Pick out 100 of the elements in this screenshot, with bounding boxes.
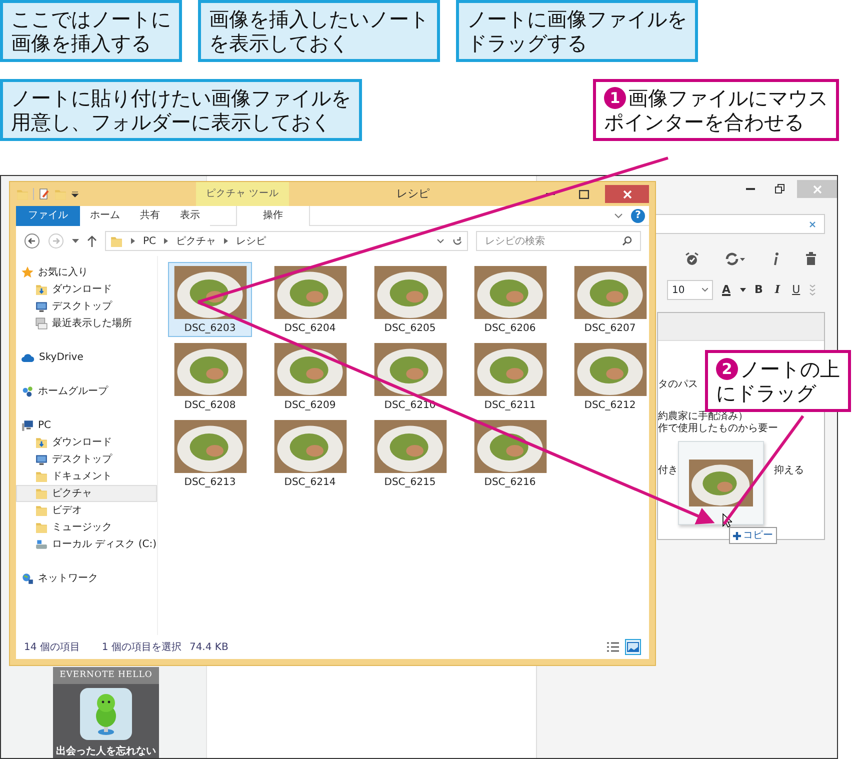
nav-item[interactable]: ホームグループ: [16, 383, 157, 400]
ribbon-tab[interactable]: ファイル: [16, 206, 80, 226]
file-item[interactable]: DSC_6204: [268, 262, 352, 337]
download-folder-icon: [35, 283, 48, 296]
nav-item[interactable]: PC: [16, 417, 157, 434]
nav-item[interactable]: お気に入り: [16, 264, 157, 281]
chevron-icon: [164, 238, 168, 244]
card-caption: 出会った人を忘れない: [55, 744, 157, 759]
window-title: レシピ: [396, 186, 430, 200]
info-icon[interactable]: [772, 252, 780, 266]
close-button[interactable]: [605, 185, 649, 203]
nav-item[interactable]: ミュージック: [16, 519, 157, 536]
instruction-callout: ここではノートに 画像を挿入する: [0, 0, 182, 62]
clear-icon[interactable]: [809, 220, 816, 228]
file-item[interactable]: DSC_6212: [568, 339, 652, 414]
nav-item[interactable]: 最近表示した場所: [16, 315, 157, 332]
nav-item[interactable]: ダウンロード: [16, 434, 157, 451]
caret-icon: [702, 288, 708, 292]
breadcrumb[interactable]: レシピ: [236, 234, 266, 248]
file-item[interactable]: DSC_6209: [268, 339, 352, 414]
caret-icon[interactable]: [740, 288, 746, 292]
file-item[interactable]: DSC_6213: [168, 416, 252, 491]
breadcrumb[interactable]: ピクチャ: [176, 234, 216, 248]
recent-locations-icon[interactable]: [72, 239, 79, 243]
nav-item[interactable]: デスクトップ: [16, 451, 157, 468]
nav-item[interactable]: ローカル ディスク (C:): [16, 536, 157, 553]
thumbnail-view-button[interactable]: [625, 639, 641, 655]
mascot-icon: [80, 688, 132, 740]
maximize-icon: [579, 190, 589, 198]
trash-icon[interactable]: [804, 252, 817, 266]
folder-icon: [16, 188, 29, 200]
up-arrow-icon[interactable]: [87, 235, 97, 247]
nav-item[interactable]: ネットワーク: [16, 570, 157, 587]
file-item[interactable]: DSC_6207: [568, 262, 652, 337]
note-text: 作で使用したものから要ー: [658, 423, 778, 435]
nav-item[interactable]: ダウンロード: [16, 281, 157, 298]
recent-places-icon: [35, 317, 48, 330]
close-icon: [812, 184, 822, 194]
instruction-callout: 画像を挿入したいノート を表示しておく: [198, 0, 440, 62]
file-item[interactable]: DSC_6205: [368, 262, 452, 337]
search-icon: [622, 236, 632, 246]
chevron-icon: [131, 238, 135, 244]
star-icon: [21, 266, 34, 279]
file-item[interactable]: DSC_6208: [168, 339, 252, 414]
customize-toolbar-icon[interactable]: [71, 190, 79, 198]
nav-item[interactable]: ピクチャ: [16, 485, 157, 502]
format-button[interactable]: B: [752, 282, 766, 298]
nav-item[interactable]: デスクトップ: [16, 298, 157, 315]
thumbnail-view-icon: [627, 642, 639, 652]
alarm-clock-icon[interactable]: [685, 252, 699, 266]
drive-icon: [35, 538, 48, 551]
folder-icon: [35, 504, 48, 517]
close-icon: [622, 190, 632, 198]
note-text: 抑える: [774, 465, 804, 477]
ribbon-tab[interactable]: 操作: [236, 206, 310, 226]
properties-icon[interactable]: [38, 188, 50, 200]
file-item[interactable]: DSC_6203: [168, 262, 252, 337]
instruction-callout: ノートに画像ファイルを ドラッグする: [456, 0, 698, 62]
minimize-icon: [546, 193, 554, 195]
nav-item[interactable]: ドキュメント: [16, 468, 157, 485]
expand-ribbon-icon[interactable]: [614, 212, 623, 218]
nav-item[interactable]: ビデオ: [16, 502, 157, 519]
tooltip-text: コピー: [743, 529, 773, 543]
step-callout: 2 ノートの上 にドラッグ: [705, 350, 851, 412]
homegroup-icon: [21, 385, 34, 398]
file-item[interactable]: DSC_6214: [268, 416, 352, 491]
minimize-icon: [746, 188, 754, 190]
format-button[interactable]: A: [719, 282, 734, 298]
card-title: EVERNOTE HELLO: [53, 667, 159, 684]
monitor-icon: [35, 300, 48, 313]
download-folder-icon: [35, 436, 48, 449]
note-text: タのパス: [658, 379, 698, 391]
breadcrumb[interactable]: PC: [143, 234, 156, 248]
instruction-callout: ノートに貼り付けたい画像ファイルを 用意し、フォルダーに表示しておく: [0, 79, 362, 141]
step-callout: 1 画像ファイルにマウス ポインターを合わせる: [593, 79, 839, 141]
folder-icon: [35, 487, 48, 500]
status-text: 74.4 KB: [189, 640, 228, 654]
nav-item[interactable]: SkyDrive: [16, 349, 157, 366]
context-tab-label: ピクチャ ツール: [196, 182, 290, 206]
sync-icon[interactable]: [724, 252, 746, 266]
cloud-icon: [21, 352, 35, 364]
back-button[interactable]: [24, 233, 40, 249]
address-bar[interactable]: PC ピクチャ レシピ: [105, 231, 468, 251]
search-field[interactable]: レシピの検索: [476, 231, 641, 251]
help-button[interactable]: ?: [631, 208, 645, 222]
status-text: 14 個の項目: [24, 640, 80, 654]
computer-icon: [21, 419, 34, 432]
format-button[interactable]: I: [772, 282, 784, 298]
file-item[interactable]: DSC_6211: [468, 339, 552, 414]
file-item[interactable]: DSC_6206: [468, 262, 552, 337]
restore-icon: [775, 184, 785, 194]
dropdown-icon[interactable]: [437, 238, 444, 244]
file-item[interactable]: DSC_6216: [468, 416, 552, 491]
chevron-icon: [224, 238, 228, 244]
font-size-dropdown[interactable]: 10: [667, 280, 713, 300]
search-field[interactable]: [655, 214, 825, 234]
refresh-icon[interactable]: [452, 236, 463, 246]
format-button[interactable]: U: [789, 282, 804, 298]
folder-icon: [110, 234, 123, 248]
file-item[interactable]: DSC_6215: [368, 416, 452, 491]
